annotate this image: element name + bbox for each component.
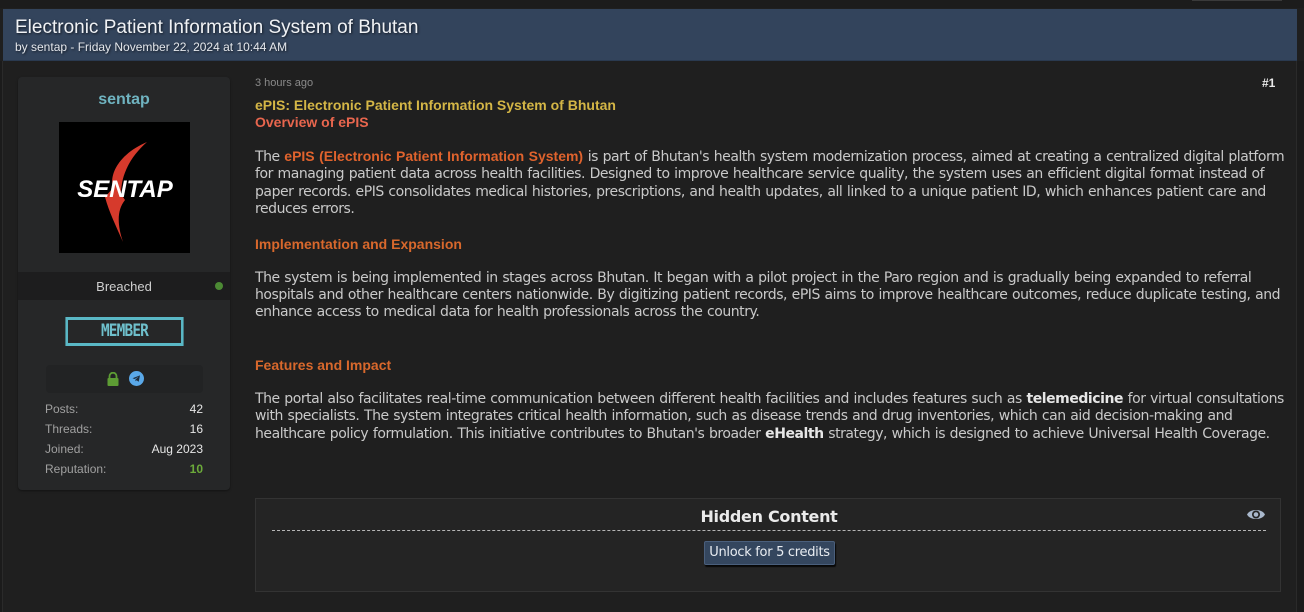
stat-value: 42 — [189, 402, 203, 416]
avatar[interactable]: SENTAP — [59, 122, 190, 253]
section-heading-implementation: Implementation and Expansion — [255, 235, 462, 252]
hidden-content-title: Hidden Content — [700, 507, 838, 526]
stat-joined: Joined: Aug 2023 — [45, 442, 203, 462]
thread-meta: by sentap - Friday November 22, 2024 at … — [15, 40, 288, 54]
user-group: Breached — [96, 279, 152, 294]
stat-label: Reputation: — [45, 462, 107, 476]
stat-posts: Posts: 42 — [45, 402, 203, 422]
reputation-value[interactable]: 10 — [190, 462, 203, 476]
stat-value: 16 — [189, 422, 203, 436]
stat-value: Aug 2023 — [151, 442, 203, 456]
bold-ehealth: eHealth — [765, 425, 824, 442]
epis-highlight: ePIS (Electronic Patient Information Sys… — [284, 148, 584, 164]
avatar-logo: SENTAP — [77, 142, 174, 242]
text-span: strategy, which is designed to achieve U… — [823, 425, 1270, 442]
user-stats: Posts: 42 Threads: 16 Joined: Aug 2023 R… — [45, 402, 203, 482]
section-heading-features: Features and Impact — [255, 356, 392, 373]
lock-icon[interactable] — [106, 372, 120, 386]
unlock-button[interactable]: Unlock for 5 credits — [704, 541, 835, 565]
overview-paragraph: The ePIS (Electronic Patient Information… — [255, 148, 1285, 219]
stat-reputation: Reputation: 10 — [45, 462, 203, 482]
features-paragraph: The portal also facilitates real-time co… — [255, 391, 1285, 443]
username-link[interactable]: sentap — [18, 91, 230, 109]
post-body: ePIS: Electronic Patient Information Sys… — [255, 97, 1285, 443]
user-icon-bar — [46, 365, 203, 393]
left-rail — [0, 61, 3, 612]
thread-title: Electronic Patient Information System of… — [15, 17, 419, 38]
telegram-icon[interactable] — [129, 371, 144, 386]
bold-telemedicine: telemedicine — [1026, 390, 1124, 407]
eye-icon[interactable] — [1246, 506, 1266, 523]
implementation-paragraph: The system is being implemented in stage… — [255, 269, 1281, 321]
rank-badge: MEMBER — [65, 317, 184, 346]
online-status-dot — [215, 282, 223, 290]
avatar-text: SENTAP — [77, 176, 174, 203]
text-span: The portal also facilitates real-time co… — [255, 390, 1027, 407]
scrollbar[interactable] — [1296, 61, 1304, 612]
tab-edge — [1192, 0, 1282, 1]
user-group-row: Breached — [18, 272, 230, 300]
stat-label: Threads: — [45, 422, 93, 436]
thread-header: Electronic Patient Information System of… — [3, 9, 1297, 61]
post-title: ePIS: Electronic Patient Information Sys… — [255, 97, 616, 113]
post-number-link[interactable]: #1 — [1262, 76, 1275, 90]
user-card: sentap SENTAP Breached MEMBER Posts: 42 … — [18, 77, 230, 490]
hidden-content-header: Hidden Content — [272, 499, 1266, 531]
text-span: The — [255, 149, 285, 165]
stat-label: Joined: — [45, 442, 84, 456]
stat-label: Posts: — [45, 402, 79, 416]
stat-threads: Threads: 16 — [45, 422, 203, 442]
post-timestamp[interactable]: 3 hours ago — [255, 77, 313, 89]
post-subtitle: Overview of ePIS — [255, 114, 369, 130]
top-strip — [0, 0, 1304, 8]
hidden-content-box: Hidden Content Unlock for 5 credits — [255, 498, 1281, 592]
